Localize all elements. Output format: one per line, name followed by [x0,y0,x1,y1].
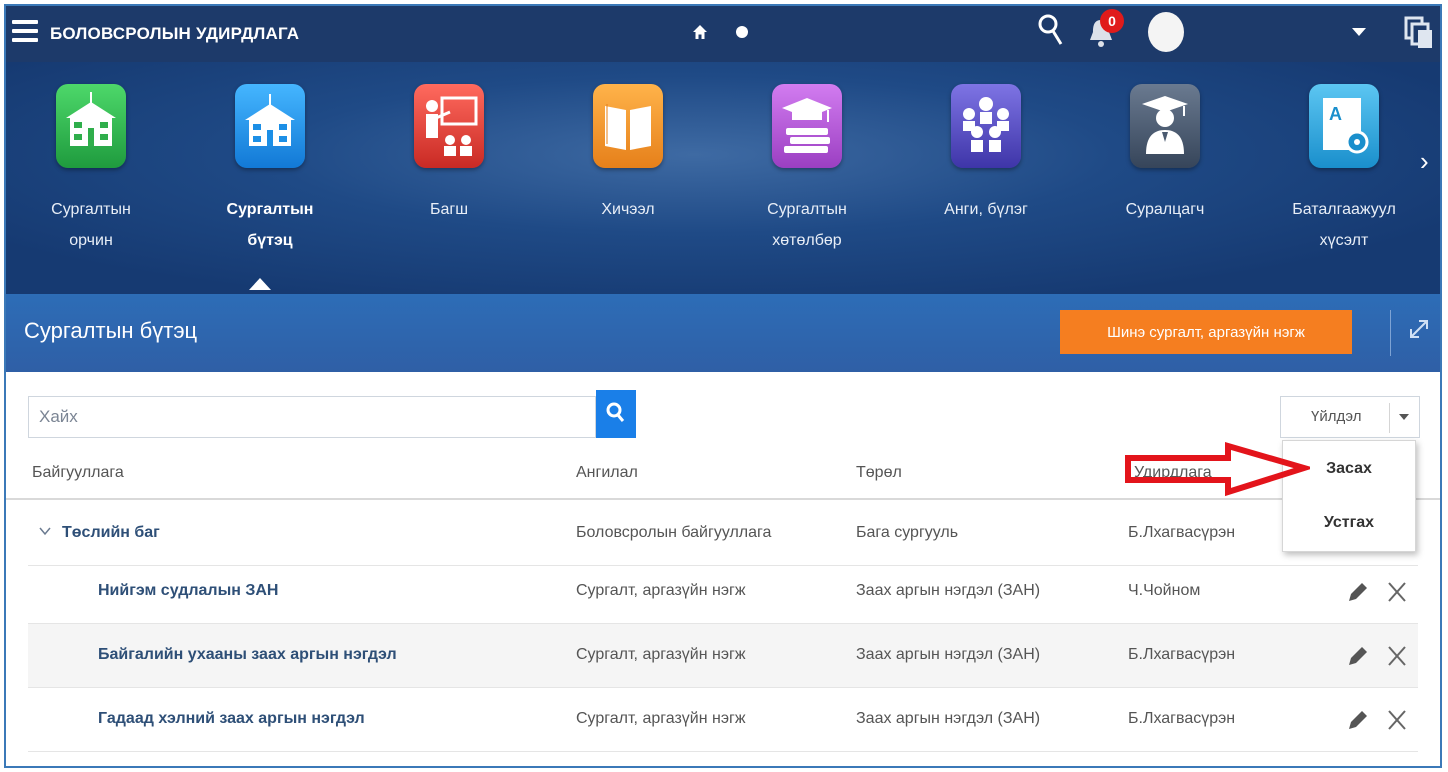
module-teacher[interactable]: Багш [374,84,524,225]
active-module-pointer [249,278,271,290]
module-class-group[interactable]: Анги, бүлэг [911,84,1061,225]
module-label-line2: хөтөлбөр [772,232,842,249]
school-structure-icon [235,84,305,168]
module-training-structure[interactable]: Сургалтын бүтэц [195,84,345,256]
user-avatar[interactable] [1148,12,1184,52]
chevron-right-icon[interactable]: › [1420,146,1429,177]
app-frame: БОЛОВСРОЛЫН УДИРДЛАГА 0 Сургалтын орчин С… [4,4,1442,768]
annotation-arrow-icon [1125,442,1310,497]
module-label-line1: Суралцагч [1125,201,1205,218]
table-row[interactable]: Нийгэм судлалын ЗАН Сургалт, аргазүйн нэ… [28,560,1418,624]
module-strip: Сургалтын орчин Сургалтын бүтэц Багш Хичээ… [6,62,1440,294]
row-category: Сургалт, аргазүйн нэгж [576,582,746,599]
menu-item-delete[interactable]: Устгах [1283,497,1415,549]
column-header-category[interactable]: Ангилал [576,464,638,482]
row-organization[interactable]: Нийгэм судлалын ЗАН [98,582,278,600]
search-icon[interactable] [1038,12,1064,48]
student-icon [1130,84,1200,168]
module-lesson[interactable]: Хичээл [553,84,703,225]
dropdown-separator [1389,403,1390,433]
column-header-type[interactable]: Төрөл [856,464,902,482]
notification-badge: 0 [1100,9,1124,33]
search-icon [606,402,625,422]
module-training-environment[interactable]: Сургалтын орчин [16,84,166,256]
header-divider [1390,310,1391,356]
column-header-organization[interactable]: Байгууллага [32,464,124,482]
status-dot-icon [736,26,748,38]
row-category: Сургалт, аргазүйн нэгж [576,710,746,727]
table-row[interactable]: Байгалийн ухааны заах аргын нэгдэл Сурга… [28,624,1418,688]
close-icon[interactable] [1386,644,1408,668]
row-manager: Б.Лхагвасүрэн [1128,710,1236,727]
module-label-line1: Сургалтын [767,201,847,218]
section-header: Сургалтын бүтэц Шинэ сургалт, аргазүйн н… [6,294,1440,372]
curriculum-icon [772,84,842,168]
group-icon [951,84,1021,168]
home-icon[interactable] [692,24,708,40]
module-label-line1: Баталгаажуул [1292,201,1396,218]
module-label-line2: орчин [69,232,113,249]
close-icon[interactable] [1386,708,1408,732]
table-row[interactable]: Төслийн баг Боловсролын байгууллага Бага… [28,502,1418,566]
table-row[interactable]: Гадаад хэлний заах аргын нэгдэл Сургалт,… [28,688,1418,752]
module-certificate-request[interactable]: A Баталгаажуул хүсэлт [1269,84,1419,256]
action-dropdown-label: Үйлдэл [1311,408,1362,425]
windows-stack-icon[interactable] [1404,16,1434,50]
row-organization[interactable]: Гадаад хэлний заах аргын нэгдэл [98,710,365,728]
module-label-line1: Багш [429,201,469,218]
page-title: Сургалтын бүтэц [24,318,198,343]
row-manager: Б.Лхагвасүрэн [1128,524,1236,541]
top-bar: БОЛОВСРОЛЫН УДИРДЛАГА 0 [6,6,1440,62]
search-input[interactable] [28,396,596,438]
certificate-request-icon: A [1309,84,1379,168]
pencil-icon[interactable] [1346,580,1370,604]
pencil-icon[interactable] [1346,708,1370,732]
svg-text:A: A [1329,104,1342,124]
row-type: Заах аргын нэгдэл (ЗАН) [856,582,1041,599]
hamburger-menu-icon[interactable] [12,20,38,44]
module-student[interactable]: Суралцагч [1090,84,1240,225]
action-dropdown[interactable]: Үйлдэл [1280,396,1420,438]
row-type: Заах аргын нэгдэл (ЗАН) [856,646,1041,663]
module-label-line1: Сургалтын [51,201,131,218]
search-button[interactable] [596,390,636,438]
chevron-down-icon[interactable] [38,524,52,538]
chevron-down-icon[interactable] [1399,414,1409,420]
school-building-icon [56,84,126,168]
expand-icon[interactable] [1408,318,1430,340]
row-organization[interactable]: Байгалийн ухааны заах аргын нэгдэл [98,646,397,664]
module-label-line2: хүсэлт [1319,232,1369,249]
row-category: Сургалт, аргазүйн нэгж [576,646,746,663]
row-type: Заах аргын нэгдэл (ЗАН) [856,710,1041,727]
teacher-icon [414,84,484,168]
row-type: Бага сургууль [856,524,959,541]
module-curriculum[interactable]: Сургалтын хөтөлбөр [732,84,882,256]
row-manager: Ч.Чойном [1128,582,1201,599]
close-icon[interactable] [1386,580,1408,604]
row-organization[interactable]: Төслийн баг [62,524,160,542]
row-manager: Б.Лхагвасүрэн [1128,646,1236,663]
module-label-line1: Хичээл [601,201,655,218]
new-unit-button[interactable]: Шинэ сургалт, аргазүйн нэгж [1060,310,1352,354]
row-category: Боловсролын байгууллага [576,524,772,541]
module-label-line1: Анги, бүлэг [944,201,1028,218]
app-title: БОЛОВСРОЛЫН УДИРДЛАГА [50,24,300,43]
user-menu-caret-icon[interactable] [1352,28,1366,36]
book-icon [593,84,663,168]
pencil-icon[interactable] [1346,644,1370,668]
module-label-line1: Сургалтын [226,201,314,218]
module-label-line2: бүтэц [247,232,293,249]
